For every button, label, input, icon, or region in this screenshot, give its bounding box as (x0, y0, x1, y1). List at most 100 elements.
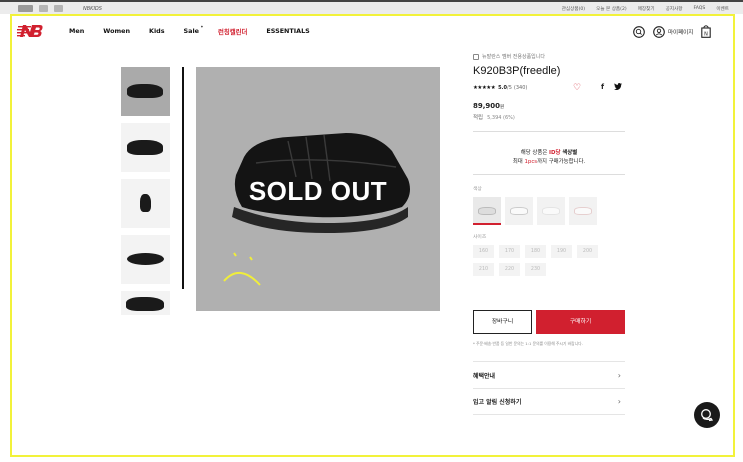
main-product-image: SOLD OUT (196, 67, 440, 311)
product-name: K920B3P(freedle) (473, 65, 561, 77)
event-link[interactable]: 이벤트 (716, 6, 729, 12)
main-nav: Men Women Kids Sale * 런칭캘린더 ESSENTIALS 마이… (0, 20, 743, 44)
star-rating-icon: ★★★★★ (473, 85, 496, 91)
thumbnail-4[interactable] (121, 235, 170, 284)
mypage-label: 마이페이지 (668, 29, 694, 36)
sale-badge: * (200, 25, 203, 30)
cart-bag-icon[interactable]: N (701, 25, 712, 38)
wishlist-link[interactable]: 관심상품(0) (562, 6, 585, 12)
thumbnail-5[interactable] (121, 291, 170, 315)
shoe-image (126, 297, 164, 311)
size-option-220[interactable]: 220 (499, 263, 520, 276)
new-balance-logo[interactable] (17, 24, 43, 38)
restock-alert-label: 입고 알림 신청하기 (473, 399, 522, 406)
svg-text:N: N (704, 32, 708, 38)
faq-link[interactable]: FAQS (693, 6, 705, 12)
notice-text-bold: 색상별 (560, 150, 578, 156)
color-label: 색상 (473, 187, 482, 192)
shoe-image (510, 207, 528, 215)
points-value: 5,394 (6%) (487, 115, 515, 121)
shoe-image (127, 140, 163, 155)
menu-women[interactable]: Women (103, 27, 130, 36)
utility-bar: NBKIDS 관심상품(0) 오늘 본 상품(2) 매장찾기 공지사항 FAQS… (0, 0, 743, 14)
thumbnail-list (121, 67, 170, 322)
brand-chip-main[interactable] (18, 5, 33, 12)
notice-highlight: 1pcs (524, 159, 538, 165)
purchase-limit-notice: 해당 상품은 ID당 색상별 최대 1pcs까지 구매가능합니다. (473, 149, 625, 167)
chevron-right-icon: › (617, 370, 621, 380)
color-swatch-2[interactable] (505, 197, 533, 225)
shoe-image (127, 84, 163, 98)
size-option-190[interactable]: 190 (551, 245, 572, 258)
lock-icon (473, 53, 479, 60)
shoe-image (127, 253, 164, 265)
utility-links: 관심상품(0) 오늘 본 상품(2) 매장찾기 공지사항 FAQS 이벤트 (562, 6, 729, 12)
brand-switcher: NBKIDS (18, 5, 102, 12)
store-finder-link[interactable]: 매장찾기 (638, 6, 655, 12)
thumbnail-scroll-indicator[interactable] (182, 67, 184, 289)
size-label: 사이즈 (473, 235, 487, 240)
chat-icon (701, 409, 714, 422)
chat-fab-button[interactable] (694, 402, 720, 428)
divider (473, 131, 625, 132)
size-option-200[interactable]: 200 (577, 245, 598, 258)
recent-viewed-link[interactable]: 오늘 본 상품(2) (596, 6, 627, 12)
user-icon (653, 25, 665, 38)
menu-sale[interactable]: Sale * (183, 25, 203, 36)
shoe-image (478, 207, 496, 215)
brand-chip-2[interactable] (39, 5, 48, 12)
brand-chip-3[interactable] (54, 5, 63, 12)
size-options: 160 170 180 190 200 210 220 230 (473, 245, 613, 276)
shoe-image (542, 207, 560, 215)
notice-text: 해당 상품은 (520, 150, 549, 156)
size-option-210[interactable]: 210 (473, 263, 494, 276)
chevron-right-icon: › (617, 397, 621, 406)
notice-link[interactable]: 공지사항 (666, 6, 683, 12)
price: 89,900원 (473, 102, 625, 110)
shoe-image (140, 194, 151, 212)
notice-highlight: ID당 (549, 150, 561, 156)
menu-sale-label: Sale (183, 27, 199, 35)
menu-launch-calendar[interactable]: 런칭캘린더 (218, 27, 247, 36)
rating-unit: /5 (507, 85, 512, 91)
benefits-label: 혜택안내 (473, 372, 496, 380)
rating-score: 5.0 (498, 85, 508, 91)
menu-men[interactable]: Men (69, 27, 84, 36)
reward-points: 적립 5,394 (6%) (473, 113, 625, 121)
size-option-170[interactable]: 170 (499, 245, 520, 258)
thumbnail-3[interactable] (121, 179, 170, 228)
divider (473, 174, 625, 175)
color-swatch-3[interactable] (537, 197, 565, 225)
twitter-share-icon[interactable] (614, 83, 622, 90)
size-option-160[interactable]: 160 (473, 245, 494, 258)
sold-out-overlay: SOLD OUT (248, 176, 388, 206)
price-value: 89,900 (473, 102, 501, 110)
menu-essentials[interactable]: ESSENTIALS (266, 27, 309, 36)
thumbnail-2[interactable] (121, 123, 170, 172)
color-swatch-1[interactable] (473, 197, 501, 225)
color-options (473, 197, 597, 225)
wishlist-heart-icon[interactable]: ♡ (573, 83, 581, 93)
buy-now-button[interactable]: 구매하기 (536, 310, 625, 334)
restock-alert-row[interactable]: 입고 알림 신청하기 › (473, 388, 625, 415)
member-only-note: 뉴발란스 멤버 전용상품입니다 (473, 53, 625, 60)
menu-kids[interactable]: Kids (149, 27, 165, 36)
category-menu: Men Women Kids Sale * 런칭캘린더 ESSENTIALS (69, 25, 329, 36)
points-label: 적립 (473, 115, 484, 121)
search-icon[interactable] (633, 25, 645, 38)
thumbnail-1[interactable] (121, 67, 170, 116)
color-swatch-4[interactable] (569, 197, 597, 225)
notice-text: 까지 구매가능합니다. (537, 159, 586, 165)
facebook-share-icon[interactable]: f (601, 83, 604, 91)
rating-row: ★★★★★ 5.0 /5 (340) ♡ f (473, 83, 625, 93)
mypage-link[interactable]: 마이페이지 (653, 25, 694, 38)
member-note-text: 뉴발란스 멤버 전용상품입니다 (482, 54, 545, 60)
add-to-cart-button[interactable]: 장바구니 (473, 310, 532, 334)
size-option-230[interactable]: 230 (525, 263, 546, 276)
benefits-row[interactable]: 혜택안내 › (473, 361, 625, 388)
notice-text: 최대 (512, 159, 525, 165)
purchase-actions: 장바구니 구매하기 (473, 310, 625, 334)
nbkids-link[interactable]: NBKIDS (83, 6, 102, 12)
review-count[interactable]: (340) (514, 85, 527, 91)
size-option-180[interactable]: 180 (525, 245, 546, 258)
